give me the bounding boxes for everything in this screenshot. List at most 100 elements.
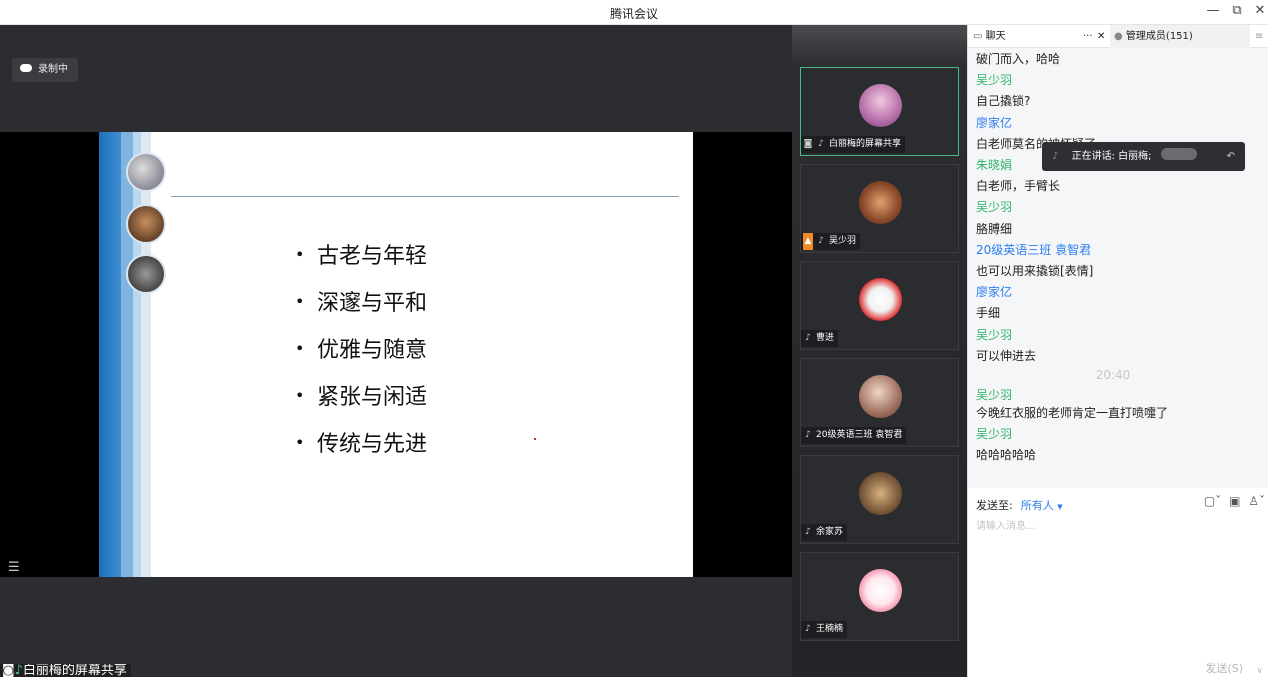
participant-tile[interactable]: ♪ 20级英语三班 袁智君 [800, 358, 959, 447]
more-options-button[interactable]: ··· [1083, 25, 1093, 48]
mic-muted-icon: ♪ [818, 236, 824, 246]
chat-input-area: 发送至: 所有人 ▼ ▢ˇ ▣ ♙ˇ 请输入消息... 发送(S) ∨ [968, 488, 1268, 677]
input-tools: ▢ˇ ▣ ♙ˇ [1204, 494, 1265, 508]
chat-sender-name: 吴少羽 [976, 327, 1013, 342]
chat-sender-name: 吴少羽 [976, 200, 1013, 215]
chat-message-text: 今晚红衣服的老师肯定一直打喷嚏了 [976, 406, 1169, 420]
participant-name: 王楠楠 [816, 624, 844, 634]
share-screen-icon: ◙ [803, 139, 813, 149]
participant-label: ▲ ♪ 吴少羽 [801, 233, 861, 250]
window-title: 腾讯会议 [609, 7, 658, 21]
back-icon[interactable]: ↶ [1227, 142, 1235, 171]
speaking-indicator: ♪ 正在讲话: 白丽梅; ↶ [1042, 142, 1245, 171]
participant-tile[interactable]: ♪ 王楠楠 [800, 552, 959, 641]
stage-share-label: ◙♪白丽梅的屏幕共享 [0, 664, 131, 677]
slide-photo [126, 254, 166, 294]
avatar [859, 569, 902, 612]
avatar [859, 278, 902, 321]
recording-badge[interactable]: 录制中 [12, 58, 78, 82]
chat-message-text: 也可以用来撬锁[表情] [976, 264, 1094, 278]
user-settings-icon[interactable]: ♙ˇ [1248, 494, 1265, 508]
participant-tile[interactable]: ▲ ♪ 吴少羽 [800, 164, 959, 253]
send-button[interactable]: 发送(S) [1205, 660, 1243, 676]
folder-icon[interactable]: ▢ˇ [1204, 494, 1221, 508]
cloud-icon [20, 64, 32, 72]
participant-strip: ◙ ♪ 白丽梅的屏幕共享 ▲ ♪ 吴少羽 ♪ 曹进 ♪ 20级英语三班 袁智君 ♪ 余家苏 ♪… [792, 25, 967, 677]
speaking-label: 正在讲话: 白丽梅; [1071, 151, 1152, 162]
participant-name: 白丽梅的屏幕共享 [829, 139, 902, 149]
close-chat-button[interactable]: ✕ [1097, 25, 1105, 48]
restore-button[interactable]: ⧉ [1228, 3, 1246, 18]
slide-stripe [141, 132, 151, 577]
chat-message-text: 可以伸进去 [976, 348, 1037, 363]
participant-name: 曹进 [816, 333, 835, 343]
panel-tabs: ▭ 聊天 ··· ✕ ● 管理成员(151) ≡ [968, 25, 1268, 48]
title-bar: 腾讯会议 — ⧉ ✕ [0, 0, 1268, 25]
chat-sender-name: 吴少羽 [976, 388, 1013, 402]
send-to: 发送至: 所有人 ▼ [976, 497, 1063, 513]
slide-photo [126, 152, 166, 192]
message-input[interactable]: 请输入消息... [976, 517, 1036, 532]
chat-timestamp: 20:40 [1095, 368, 1131, 382]
slide-bullet: 古老与年轻 [295, 237, 427, 284]
mic-muted-icon: ♪ [805, 624, 811, 634]
share-screen-icon: ◙ [2, 664, 15, 677]
participant-name: 吴少羽 [829, 236, 857, 246]
participant-name: 余家苏 [816, 527, 844, 537]
screenshot-icon[interactable]: ▣ [1229, 494, 1240, 508]
participant-label: ♪ 余家苏 [801, 524, 848, 541]
slide-stripe [133, 132, 141, 577]
mic-icon: ♪ [818, 139, 824, 149]
minimize-button[interactable]: — [1204, 3, 1222, 18]
participant-tile[interactable]: ♪ 余家苏 [800, 455, 959, 544]
avatar [859, 181, 902, 224]
side-panel: ▭ 聊天 ··· ✕ ● 管理成员(151) ≡ 破门而入，哈哈 吴少羽 自己撬锁?… [967, 25, 1268, 677]
chat-message-text: 白老师，手臂长 [976, 179, 1061, 194]
laser-pointer-dot [534, 438, 536, 440]
chat-message-text: 胳膊细 [976, 221, 1013, 236]
mic-muted-icon: ♪ [805, 527, 811, 537]
slide-stripe [121, 132, 133, 577]
slide-photo [126, 204, 166, 244]
mic-muted-icon: ♪ [1052, 151, 1059, 162]
tab-members[interactable]: ● 管理成员(151) [1110, 25, 1250, 48]
chat-sender-name: 吴少羽 [976, 73, 1013, 88]
participant-label: ◙ ♪ 白丽梅的屏幕共享 [801, 136, 906, 153]
caret-down-icon: ▼ [1057, 503, 1063, 511]
send-options-icon[interactable]: ∨ [1256, 666, 1263, 676]
participant-label: ♪ 20级英语三班 袁智君 [801, 427, 907, 444]
chat-sender-name: 廖家亿 [976, 285, 1013, 300]
participant-tile[interactable]: ◙ ♪ 白丽梅的屏幕共享 [800, 67, 959, 156]
slide-stripe [99, 132, 121, 577]
mic-muted-icon: ♪ [805, 333, 811, 343]
list-icon[interactable]: ☰ [8, 560, 20, 575]
avatar [859, 84, 902, 127]
chat-icon: ▭ [973, 31, 983, 42]
slide-bullet: 深邃与平和 [295, 284, 427, 331]
slide-bullets: 古老与年轻 深邃与平和 优雅与随意 紧张与闲适 传统与先进 [295, 237, 427, 472]
send-to-dropdown[interactable]: 所有人 ▼ [1021, 499, 1063, 512]
mic-muted-icon: ♪ [805, 430, 811, 440]
send-to-value: 所有人 [1020, 499, 1054, 512]
close-button[interactable]: ✕ [1251, 3, 1268, 18]
participant-label: ♪ 王楠楠 [801, 621, 848, 638]
chat-message-text: 手细 [976, 306, 1001, 321]
menu-icon[interactable]: ≡ [1255, 25, 1263, 48]
chat-sender-name: 20级英语三班 袁智君 [976, 242, 1092, 257]
presentation-slide: 古老与年轻 深邃与平和 优雅与随意 紧张与闲适 传统与先进 [99, 132, 693, 577]
participant-label: ♪ 曹进 [801, 330, 839, 347]
chat-message-text: 破门而入，哈哈 [976, 52, 1061, 66]
chat-sender-name: 吴少羽 [976, 427, 1013, 442]
chat-sender-name: 廖家亿 [976, 115, 1013, 130]
participant-name: 20级英语三班 袁智君 [816, 430, 903, 440]
chat-message-text: 自己撬锁? [976, 94, 1031, 109]
recording-label: 录制中 [38, 64, 68, 75]
speaker-avatars [1160, 148, 1197, 160]
user-icon: ● [1114, 31, 1123, 42]
participant-tile[interactable]: ♪ 曹进 [800, 261, 959, 350]
slide-bullet: 紧张与闲适 [295, 378, 427, 425]
slide-bullet: 传统与先进 [295, 425, 427, 472]
tab-chat-label: 聊天 [985, 31, 1006, 42]
screen-share: 古老与年轻 深邃与平和 优雅与随意 紧张与闲适 传统与先进 [0, 132, 792, 577]
user-icon: ▲ [803, 233, 813, 250]
